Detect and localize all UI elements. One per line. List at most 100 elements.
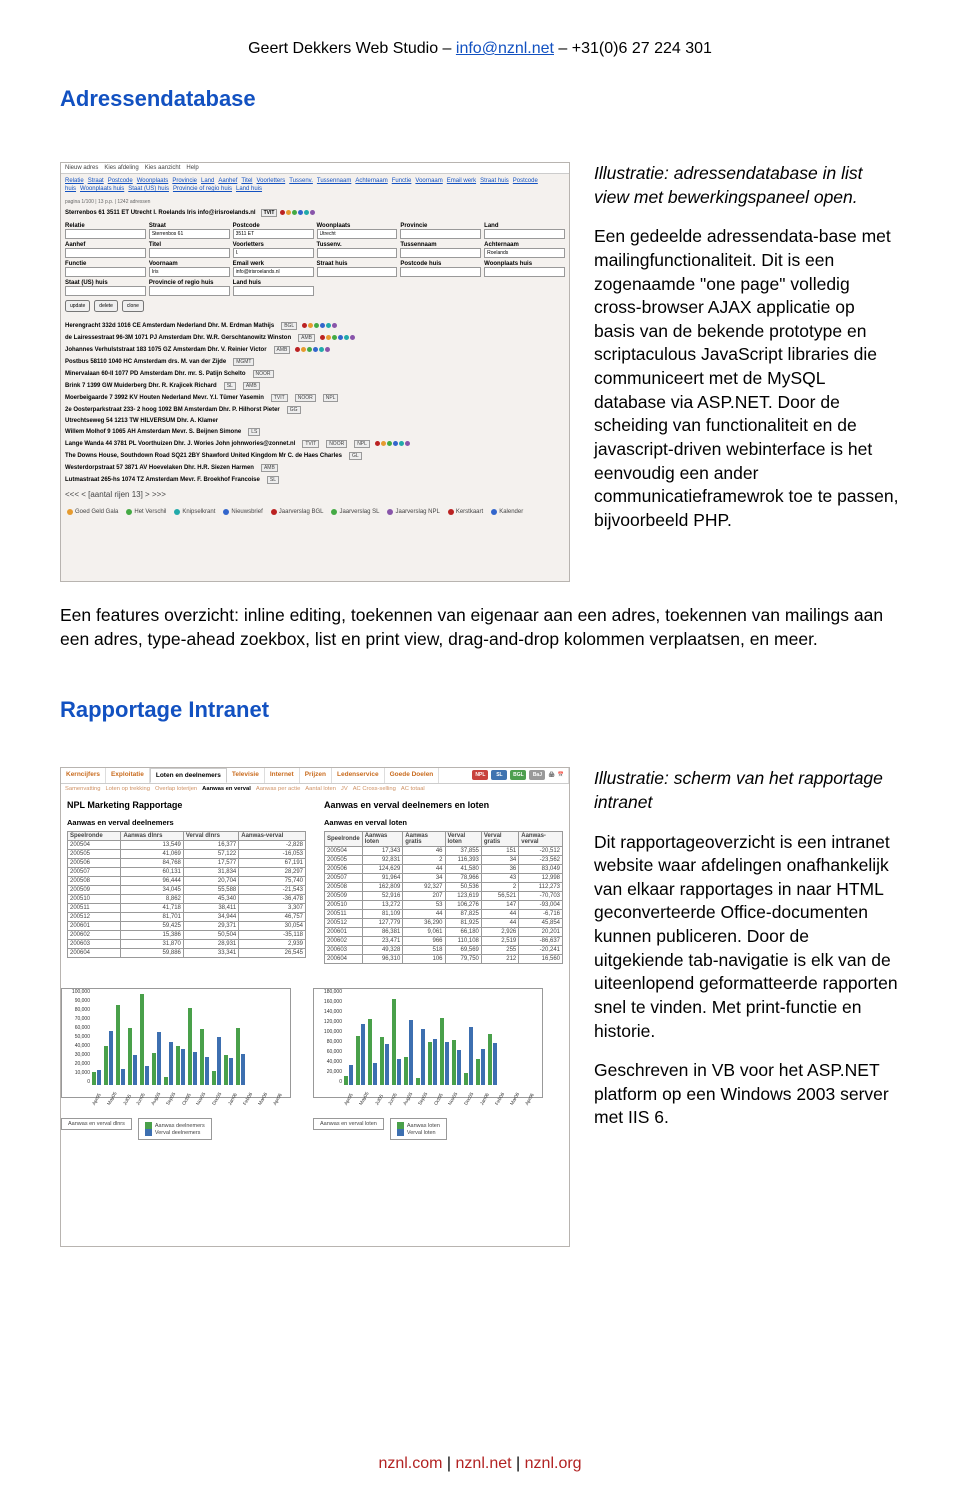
- legend-item[interactable]: Het Verschil: [126, 509, 166, 515]
- calendar-icon[interactable]: 📅: [558, 770, 564, 780]
- field-input-postcode[interactable]: [233, 229, 314, 239]
- address-row[interactable]: Herengracht 332d 1016 CE Amsterdam Neder…: [65, 320, 565, 332]
- legend-item[interactable]: Goed Geld Gala: [67, 509, 118, 515]
- column-header[interactable]: Voornaam: [415, 178, 442, 184]
- legend-item[interactable]: Kerstkaart: [448, 509, 483, 515]
- menubar-item[interactable]: Kies afdeling: [104, 165, 138, 171]
- legend-item[interactable]: Knipselkrant: [174, 509, 215, 515]
- field-input-functie[interactable]: [65, 267, 146, 277]
- field-input-land-huis[interactable]: [233, 286, 314, 296]
- field-input-achternaam[interactable]: [484, 248, 565, 258]
- lottery-badge-bgl[interactable]: BGL: [510, 770, 526, 780]
- tab-exploitatie[interactable]: Exploitatie: [106, 768, 150, 783]
- lottery-badge-baj[interactable]: BaJ: [529, 770, 545, 780]
- column-header[interactable]: Email werk: [447, 178, 476, 184]
- print-icon[interactable]: 🖨: [548, 770, 554, 780]
- address-row[interactable]: Postbus 58110 1040 HC Amsterdam drs. M. …: [65, 356, 565, 368]
- field-input-land[interactable]: [484, 229, 565, 239]
- column-header[interactable]: Straat huis: [480, 178, 509, 184]
- column-header[interactable]: Titel: [241, 178, 252, 184]
- tab-televisie[interactable]: Televisie: [227, 768, 265, 783]
- legend-item[interactable]: Jaarverslag SL: [331, 509, 379, 515]
- column-header[interactable]: Land huis: [236, 186, 262, 192]
- address-row[interactable]: de Lairessestraat 96-3M 1071 PJ Amsterda…: [65, 332, 565, 344]
- address-row[interactable]: Westerdorpstraat 57 3871 AV Hoevelaken D…: [65, 462, 565, 474]
- column-header[interactable]: Staat (US) huis: [128, 186, 169, 192]
- field-input-tussenv-[interactable]: [317, 248, 398, 258]
- column-header[interactable]: Achternaam: [355, 178, 387, 184]
- address-row[interactable]: Johannes Verhulststraat 183 1075 GZ Amst…: [65, 344, 565, 356]
- lottery-badge-sl[interactable]: SL: [491, 770, 507, 780]
- column-header[interactable]: Provincie: [172, 178, 197, 184]
- tab-ledenservice[interactable]: Ledenservice: [332, 768, 385, 783]
- field-input-woonplaats[interactable]: [317, 229, 398, 239]
- lottery-badge-npl[interactable]: NPL: [472, 770, 488, 780]
- address-row[interactable]: The Downs House, Southdown Road SQ21 2BY…: [65, 450, 565, 462]
- field-input-straat-huis[interactable]: [317, 267, 398, 277]
- subtab-aantal-loten[interactable]: Aantal loten: [305, 786, 336, 792]
- column-header[interactable]: Relatie: [65, 178, 84, 184]
- tab-loten-en-deelnemers[interactable]: Loten en deelnemers: [150, 768, 227, 783]
- field-input-postcode-huis[interactable]: [400, 267, 481, 277]
- subtab-ac-totaal[interactable]: AC totaal: [401, 786, 425, 792]
- address-row[interactable]: Minervalaan 60-II 1077 PD Amsterdam Dhr.…: [65, 368, 565, 380]
- footer-link-3[interactable]: nznl.org: [525, 1455, 582, 1472]
- subtab-ac-cross-selling[interactable]: AC Cross-selling: [353, 786, 396, 792]
- field-input-tussennaam[interactable]: [400, 248, 481, 258]
- column-header[interactable]: Land: [201, 178, 214, 184]
- address-row[interactable]: Utrechtseweg 54 1213 TW HILVERSUM Dhr. A…: [65, 416, 565, 426]
- field-input-aanhef[interactable]: [65, 248, 146, 258]
- field-input-titel[interactable]: [149, 248, 230, 258]
- header-email-link[interactable]: info@nznl.net: [456, 40, 554, 57]
- field-input-provincie-of-regio-huis[interactable]: [149, 286, 230, 296]
- column-header[interactable]: Tussenv.: [289, 178, 313, 184]
- address-row[interactable]: Lutmastraat 265-hs 1074 TZ Amsterdam Mev…: [65, 474, 565, 486]
- tab-internet[interactable]: Internet: [265, 768, 300, 783]
- column-header[interactable]: Voorletters: [257, 178, 286, 184]
- subtab-jv[interactable]: JV: [341, 786, 348, 792]
- field-input-relatie[interactable]: [65, 229, 146, 239]
- subtab-loten-op-trekking[interactable]: Loten op trekking: [105, 786, 149, 792]
- tab-kerncijfers[interactable]: Kerncijfers: [61, 768, 106, 783]
- address-row[interactable]: Lange Wanda 44 3781 PL Voorthuizen Dhr. …: [65, 438, 565, 450]
- subtab-overlap-loterijen[interactable]: Overlap loterijen: [155, 786, 197, 792]
- column-header[interactable]: Woonplaats huis: [80, 186, 124, 192]
- field-input-staat-us-huis[interactable]: [65, 286, 146, 296]
- address-row[interactable]: Willem Molhof 9 1065 AH Amsterdam Mevr. …: [65, 426, 565, 438]
- footer-link-2[interactable]: nznl.net: [456, 1455, 512, 1472]
- field-input-email-werk[interactable]: [233, 267, 314, 277]
- menubar-item[interactable]: Nieuw adres: [65, 165, 98, 171]
- field-input-voorletters[interactable]: [233, 248, 314, 258]
- footer-link-1[interactable]: nznl.com: [378, 1455, 442, 1472]
- column-header[interactable]: Tussennaam: [317, 178, 351, 184]
- table-row: 20051013,27253106,276147-93,004: [325, 901, 563, 910]
- subtab-aanwas-per-actie[interactable]: Aanwas per actie: [256, 786, 300, 792]
- column-header[interactable]: Provincie of regio huis: [173, 186, 232, 192]
- subtab-samenvatting[interactable]: Samenvatting: [65, 786, 100, 792]
- column-header[interactable]: Woonplaats: [137, 178, 169, 184]
- menubar-item[interactable]: Kies aanzicht: [145, 165, 181, 171]
- subtab-aanwas-en-verval[interactable]: Aanwas en verval: [202, 786, 251, 792]
- field-input-voornaam[interactable]: [149, 267, 230, 277]
- legend-item[interactable]: Kalender: [491, 509, 523, 515]
- column-header[interactable]: Aanhef: [218, 178, 237, 184]
- clone-button[interactable]: clone: [122, 300, 144, 312]
- field-input-provincie[interactable]: [400, 229, 481, 239]
- address-row[interactable]: Brink 7 1399 GW Muiderberg Dhr. R. Kraji…: [65, 380, 565, 392]
- field-input-straat[interactable]: [149, 229, 230, 239]
- address-row[interactable]: Moerbeigaarde 7 3992 KV Houten Nederland…: [65, 392, 565, 404]
- menubar-item[interactable]: Help: [186, 165, 198, 171]
- legend-item[interactable]: Jaarverslag NPL: [387, 509, 439, 515]
- pager[interactable]: <<< < [aantal rijen 13] > >>>: [61, 486, 569, 503]
- legend-item[interactable]: Nieuwsbrief: [223, 509, 262, 515]
- legend-item[interactable]: Jaarverslag BGL: [271, 509, 324, 515]
- tab-prijzen[interactable]: Prijzen: [300, 768, 332, 783]
- column-header[interactable]: Functie: [392, 178, 412, 184]
- tab-goede-doelen[interactable]: Goede Doelen: [385, 768, 440, 783]
- update-button[interactable]: update: [65, 300, 90, 312]
- address-row[interactable]: 2e Oosterparkstraat 233- 2 hoog 1092 BM …: [65, 404, 565, 416]
- field-input-woonplaats-huis[interactable]: [484, 267, 565, 277]
- column-header[interactable]: Postcode: [108, 178, 133, 184]
- delete-button[interactable]: delete: [94, 300, 118, 312]
- column-header[interactable]: Straat: [88, 178, 104, 184]
